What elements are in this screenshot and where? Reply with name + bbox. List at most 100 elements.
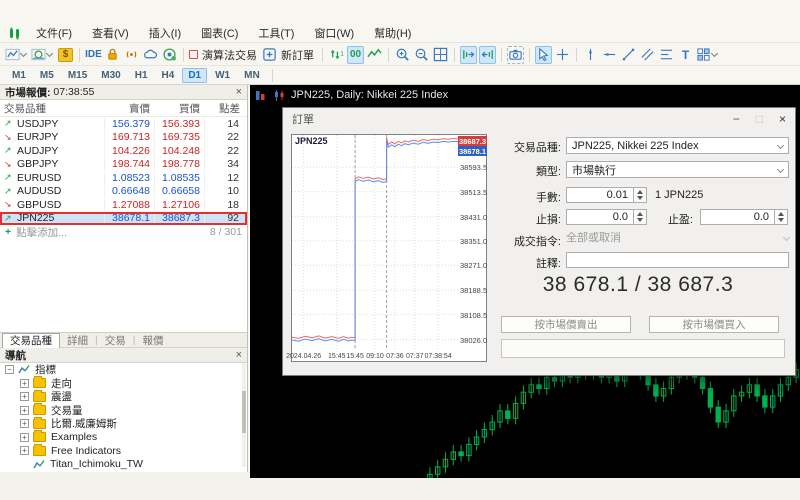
order-dialog-titlebar[interactable]: 訂單 − □ ×	[283, 108, 795, 130]
cursor-icon[interactable]	[535, 45, 552, 64]
market-row-AUDUSD[interactable]: ↗ AUDUSD 0.66648 0.66658 10	[0, 185, 247, 199]
market-row-GBPJPY[interactable]: ↘ GBPJPY 198.744 198.778 34	[0, 158, 247, 172]
y-axis-tick: 38188.5	[460, 286, 488, 296]
spinner-icons[interactable]	[633, 187, 647, 203]
navigator-scrollbar[interactable]	[242, 363, 246, 467]
algo-trading-button[interactable]: 演算法交易	[189, 46, 260, 64]
spinner-icons[interactable]	[774, 209, 788, 225]
fibo-icon[interactable]	[658, 46, 675, 64]
tile-windows-icon[interactable]	[432, 46, 449, 64]
shapes-icon[interactable]	[696, 46, 720, 64]
column-header-1[interactable]: 賣價	[104, 101, 154, 116]
tab-0[interactable]: 交易品種	[2, 332, 60, 348]
text-icon[interactable]: T	[677, 46, 694, 64]
close-icon[interactable]: ×	[779, 112, 786, 126]
tab-1[interactable]: 詳細	[60, 333, 95, 348]
market-row-EURJPY[interactable]: ↘ EURJPY 169.713 169.735 22	[0, 131, 247, 145]
expand-icon[interactable]: +	[20, 392, 29, 402]
market-row-AUDJPY[interactable]: ↗ AUDJPY 104.226 104.248 22	[0, 144, 247, 158]
timeframe-W1[interactable]: W1	[209, 68, 236, 83]
cloud-icon[interactable]	[142, 46, 159, 64]
lock-icon[interactable]	[104, 46, 121, 64]
tree-item-4[interactable]: + 比爾.威廉姆斯	[0, 416, 241, 431]
column-header-2[interactable]: 買價	[154, 101, 204, 116]
indicator-icon	[18, 364, 35, 375]
chevron-down-icon[interactable]	[710, 49, 719, 58]
tree-item-3[interactable]: + 交易量	[0, 403, 241, 418]
window-profile-icon[interactable]	[31, 46, 55, 64]
zoom-in-icon[interactable]	[394, 46, 411, 64]
expand-icon[interactable]: +	[20, 432, 29, 442]
zoom-out-icon[interactable]	[413, 46, 430, 64]
new-order-button[interactable]: 新訂單	[262, 46, 317, 64]
timeframe-MN[interactable]: MN	[238, 68, 266, 83]
vline-icon[interactable]	[582, 46, 599, 64]
menu-item-1[interactable]: 查看(V)	[82, 25, 139, 41]
shift-end-icon[interactable]	[479, 45, 496, 64]
timeframe-M5[interactable]: M5	[34, 68, 60, 83]
volume-stepper[interactable]: 0.01	[566, 187, 647, 203]
market-row-JPN225[interactable]: ↗ JPN225 38678.1 38687.3 92	[0, 211, 247, 225]
chevron-down-icon[interactable]	[19, 49, 28, 58]
tree-item-5[interactable]: + Examples	[0, 430, 241, 445]
collapse-icon[interactable]: −	[5, 365, 14, 375]
timeframe-M15[interactable]: M15	[62, 68, 93, 83]
expand-icon[interactable]: +	[20, 446, 29, 456]
ide-icon[interactable]: IDE	[85, 46, 102, 64]
tab-3[interactable]: 報價	[135, 333, 170, 348]
hline-icon[interactable]	[601, 46, 618, 64]
timeframe-M30[interactable]: M30	[95, 68, 126, 83]
menu-item-2[interactable]: 插入(I)	[139, 25, 191, 41]
folder-icon	[33, 443, 46, 456]
chevron-down-icon[interactable]	[45, 49, 54, 58]
crosshair-icon[interactable]	[554, 46, 571, 64]
menu-item-5[interactable]: 窗口(W)	[304, 25, 364, 41]
order-type-select[interactable]: 市場執行	[566, 161, 789, 178]
market-watch-add-row[interactable]: + 點擊添加... 8 / 301	[0, 225, 247, 239]
take-profit-stepper[interactable]: 0.0	[700, 209, 788, 225]
expand-icon[interactable]: +	[20, 419, 29, 429]
tick-chart-icon[interactable]: 1	[328, 46, 345, 64]
tree-item-2[interactable]: + 震盪	[0, 389, 241, 404]
menu-item-3[interactable]: 圖表(C)	[191, 25, 248, 41]
close-icon[interactable]: ×	[236, 87, 242, 98]
shift-chart-icon[interactable]	[460, 45, 477, 64]
market-row-EURUSD[interactable]: ↗ EURUSD 1.08523 1.08535 12	[0, 171, 247, 185]
tree-item-7[interactable]: Titan_Ichimoku_TW	[0, 458, 241, 472]
bar-chart-icon[interactable]: 00	[347, 45, 364, 64]
camera-icon[interactable]	[507, 45, 524, 64]
timeframe-M1[interactable]: M1	[6, 68, 32, 83]
market-row-GBPUSD[interactable]: ↘ GBPUSD 1.27088 1.27106 18	[0, 198, 247, 212]
menu-item-6[interactable]: 幫助(H)	[364, 25, 421, 41]
community-icon[interactable]	[161, 46, 178, 64]
dollar-icon[interactable]: $	[57, 46, 74, 64]
menu-item-4[interactable]: 工具(T)	[248, 25, 304, 41]
expand-icon[interactable]: +	[20, 378, 29, 388]
symbol-count: 8 / 301	[209, 226, 242, 238]
chart-mode-icon[interactable]	[5, 46, 29, 64]
buy-by-market-button[interactable]: 按市場價買入	[649, 316, 779, 333]
market-watch-tabs: 交易品種 詳細 | 交易 | 報價	[0, 332, 247, 348]
tree-item-6[interactable]: + Free Indicators	[0, 443, 241, 458]
line-chart-icon[interactable]	[366, 46, 383, 64]
timeframe-D1[interactable]: D1	[182, 68, 208, 83]
column-header-0[interactable]: 交易品種	[0, 101, 104, 116]
comment-input[interactable]	[566, 252, 789, 268]
column-header-3[interactable]: 點差	[204, 101, 244, 116]
minimize-icon[interactable]: −	[733, 112, 740, 126]
tree-item-1[interactable]: + 走向	[0, 376, 241, 391]
chart-window-titlebar[interactable]: JPN225, Daily: Nikkei 225 Index	[250, 85, 800, 105]
channel-icon[interactable]	[639, 46, 656, 64]
signal-icon[interactable]	[123, 46, 140, 64]
timeframe-H4[interactable]: H4	[156, 68, 181, 83]
market-row-USDJPY[interactable]: ↗ USDJPY 156.379 156.393 14	[0, 117, 247, 131]
close-icon[interactable]: ×	[236, 350, 242, 361]
symbol-select[interactable]: JPN225, Nikkei 225 Index	[566, 137, 789, 154]
sell-by-market-button[interactable]: 按市場價賣出	[501, 316, 631, 333]
trendline-icon[interactable]	[620, 46, 637, 64]
timeframe-H1[interactable]: H1	[129, 68, 154, 83]
tree-item-0[interactable]: − 指標	[0, 363, 241, 377]
menu-item-0[interactable]: 文件(F)	[26, 25, 82, 41]
expand-icon[interactable]: +	[20, 405, 29, 415]
tab-2[interactable]: 交易	[98, 333, 133, 348]
